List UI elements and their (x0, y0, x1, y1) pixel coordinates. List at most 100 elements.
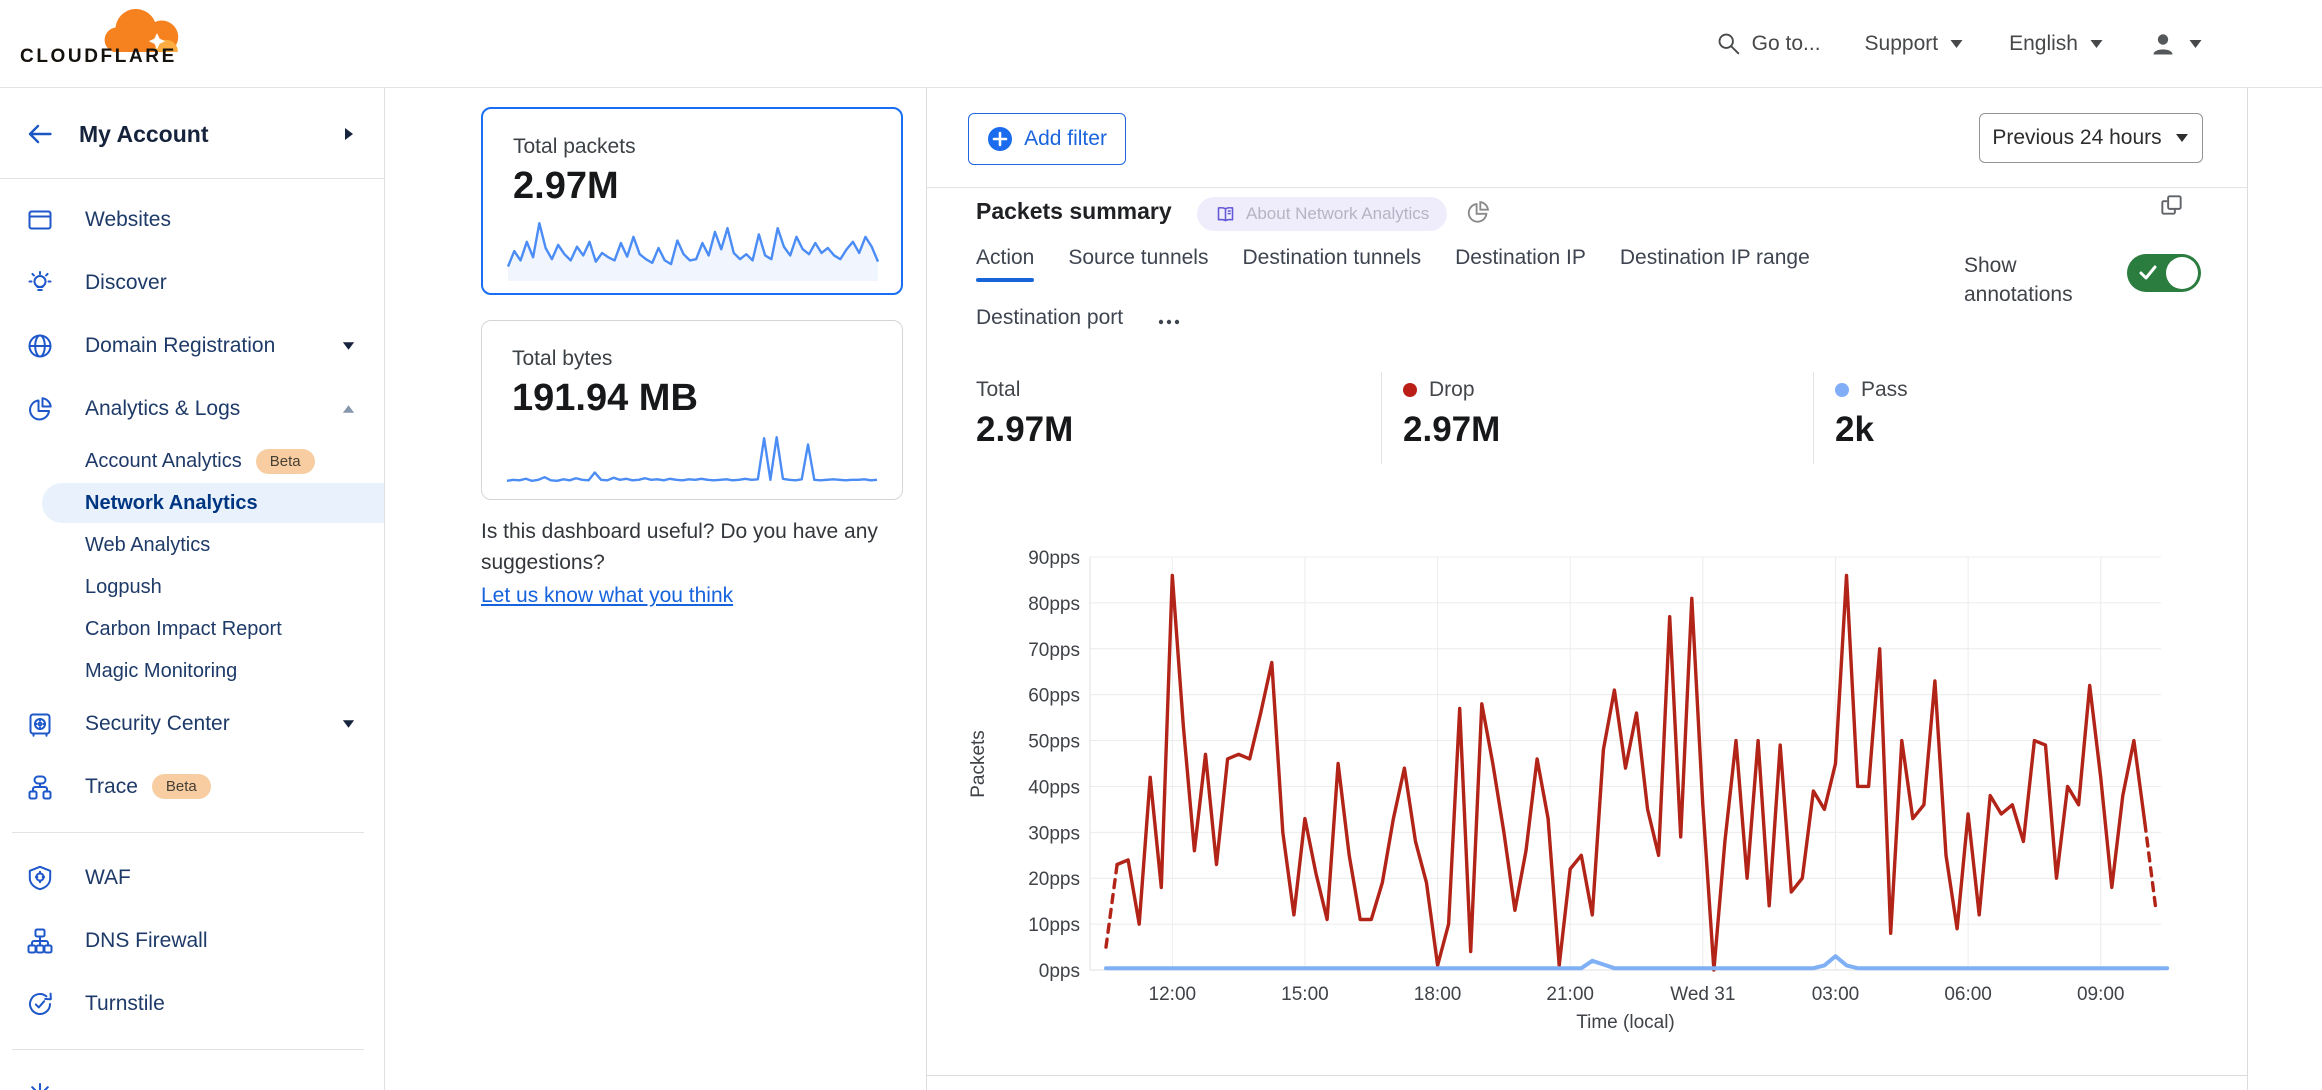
breakdown-tabs: Action Source tunnels Destination tunnels D… (976, 246, 1856, 342)
time-range-dropdown[interactable]: Previous 24 hours (1979, 113, 2203, 163)
sidebar-item-discover[interactable]: Discover (0, 251, 384, 314)
feedback-link[interactable]: Let us know what you think (481, 580, 733, 611)
check-icon (2138, 264, 2158, 282)
chevron-right-icon[interactable] (343, 126, 356, 142)
y-tick-label: 80pps (1028, 594, 1080, 615)
header-actions: Go to... Support English (1716, 0, 2204, 88)
card-label: Total packets (513, 135, 901, 159)
tab-destination-port[interactable]: Destination port (976, 306, 1123, 342)
sidebar-item-label: DNS Firewall (85, 929, 208, 953)
beta-badge: Beta (152, 774, 211, 799)
x-tick-label: 03:00 (1812, 984, 1860, 1005)
about-network-analytics-badge[interactable]: About Network Analytics (1197, 197, 1447, 231)
expand-copy-icon[interactable] (2158, 192, 2185, 219)
search-icon (1716, 31, 1742, 57)
stat-label: Drop (1429, 378, 1475, 402)
packets-time-series-chart: 0pps10pps20pps30pps40pps50pps60pps70pps8… (927, 530, 2247, 1060)
top-header: CLOUDFLARE Go to... Support English (0, 0, 2322, 88)
user-avatar-icon (2149, 30, 2177, 58)
sidebar-item-label: Security Center (85, 712, 230, 736)
sidebar-item-label: Websites (85, 208, 171, 232)
sidebar-subitem-label: Logpush (85, 576, 162, 599)
caret-up-icon (341, 403, 356, 415)
sidebar-subitem-logpush[interactable]: Logpush (0, 566, 384, 608)
y-tick-label: 90pps (1028, 548, 1080, 569)
sidebar-subitem-network-analytics[interactable]: Network Analytics (0, 482, 384, 524)
x-tick-label: 21:00 (1546, 984, 1594, 1005)
total-packets-card[interactable]: Total packets 2.97M (481, 107, 903, 295)
sidebar-subitem-web-analytics[interactable]: Web Analytics (0, 524, 384, 566)
sidebar-subitem-carbon-impact-report[interactable]: Carbon Impact Report (0, 608, 384, 650)
cloudflare-logo[interactable]: CLOUDFLARE (20, 4, 182, 82)
sidebar-divider (12, 1049, 364, 1050)
sidebar-item-waf[interactable]: WAF (0, 846, 384, 909)
shield-icon (25, 864, 55, 892)
add-filter-button[interactable]: Add filter (968, 113, 1126, 165)
y-tick-label: 0pps (1039, 961, 1080, 982)
sidebar-subitem-account-analytics[interactable]: Account AnalyticsBeta (0, 440, 384, 482)
feedback-line1: Is this dashboard useful? Do you have an… (481, 516, 941, 547)
panel-title: Packets summary (976, 198, 1172, 225)
language-menu[interactable]: English (2009, 32, 2105, 56)
bytes-sparkline (504, 427, 880, 489)
account-row: My Account (0, 112, 384, 156)
stat-total: Total2.97M (976, 378, 1073, 450)
logo-wordmark: CLOUDFLARE (20, 46, 177, 68)
language-label: English (2009, 32, 2078, 56)
sidebar-item-label: Domain Registration (85, 334, 275, 358)
legend-dot-drop (1403, 383, 1417, 397)
sidebar-item-websites[interactable]: Websites (0, 188, 384, 251)
sidebar-item-dns-firewall[interactable]: DNS Firewall (0, 909, 384, 972)
x-axis-label: Time (local) (1576, 1012, 1675, 1033)
back-arrow-icon[interactable] (25, 120, 55, 148)
book-icon (1215, 204, 1236, 225)
user-menu[interactable] (2149, 30, 2204, 58)
browser-icon (25, 206, 55, 234)
sidebar-subitem-label: Carbon Impact Report (85, 618, 282, 641)
pie-chart-icon[interactable] (1465, 199, 1491, 225)
tab-action[interactable]: Action (976, 246, 1034, 282)
sidebar-subitem-label: Network Analytics (85, 492, 258, 515)
x-tick-label: 09:00 (2077, 984, 2125, 1005)
bulb-icon (25, 269, 55, 297)
more-tabs-icon[interactable] (1157, 306, 1181, 342)
tab-destination-ip-range[interactable]: Destination IP range (1620, 246, 1810, 282)
show-annotations-toggle[interactable] (2127, 254, 2201, 292)
sidebar-subitem-label: Magic Monitoring (85, 660, 237, 683)
account-label: My Account (79, 121, 209, 148)
sidebar-item-security-center[interactable]: Security Center (0, 692, 384, 755)
y-tick-label: 50pps (1028, 732, 1080, 753)
sidebar-item-trace[interactable]: TraceBeta (0, 755, 384, 818)
time-range-label: Previous 24 hours (1992, 126, 2161, 150)
goto-label: Go to... (1752, 32, 1821, 56)
support-menu[interactable]: Support (1865, 32, 1966, 56)
sidebar-item-domain-registration[interactable]: Domain Registration (0, 314, 384, 377)
goto-search[interactable]: Go to... (1716, 31, 1821, 57)
sidebar-item-partial[interactable] (0, 1063, 384, 1090)
show-annotations-label: Show annotations (1964, 251, 2084, 309)
stat-drop: Drop2.97M (1403, 378, 1500, 450)
tab-destination-ip[interactable]: Destination IP (1455, 246, 1586, 282)
caret-down-icon (341, 718, 356, 730)
sidebar: My Account Websites Discover Domain Regist… (0, 88, 385, 1090)
sidebar-subitem-magic-monitoring[interactable]: Magic Monitoring (0, 650, 384, 692)
sidebar-subitem-label: Account Analytics (85, 450, 242, 473)
globe-icon (25, 332, 55, 360)
sidebar-nav: Websites Discover Domain Registration Analy… (0, 188, 384, 1090)
panel-bottom-divider (927, 1075, 2247, 1076)
stat-value: 2.97M (976, 410, 1073, 450)
total-bytes-card[interactable]: Total bytes 191.94 MB (481, 320, 903, 500)
stat-label: Pass (1861, 378, 1908, 402)
legend-dot-pass (1835, 383, 1849, 397)
sidebar-item-label: Analytics & Logs (85, 397, 240, 421)
y-axis-label: Packets (968, 730, 989, 798)
card-value: 2.97M (513, 165, 901, 208)
tab-destination-tunnels[interactable]: Destination tunnels (1242, 246, 1421, 282)
x-tick-label: 18:00 (1414, 984, 1462, 1005)
sidebar-item-analytics-logs[interactable]: Analytics & Logs (0, 377, 384, 440)
tab-source-tunnels[interactable]: Source tunnels (1068, 246, 1208, 282)
y-tick-label: 70pps (1028, 640, 1080, 661)
sidebar-item-turnstile[interactable]: Turnstile (0, 972, 384, 1035)
sidebar-item-label: WAF (85, 866, 131, 890)
plus-circle-icon (987, 126, 1013, 152)
